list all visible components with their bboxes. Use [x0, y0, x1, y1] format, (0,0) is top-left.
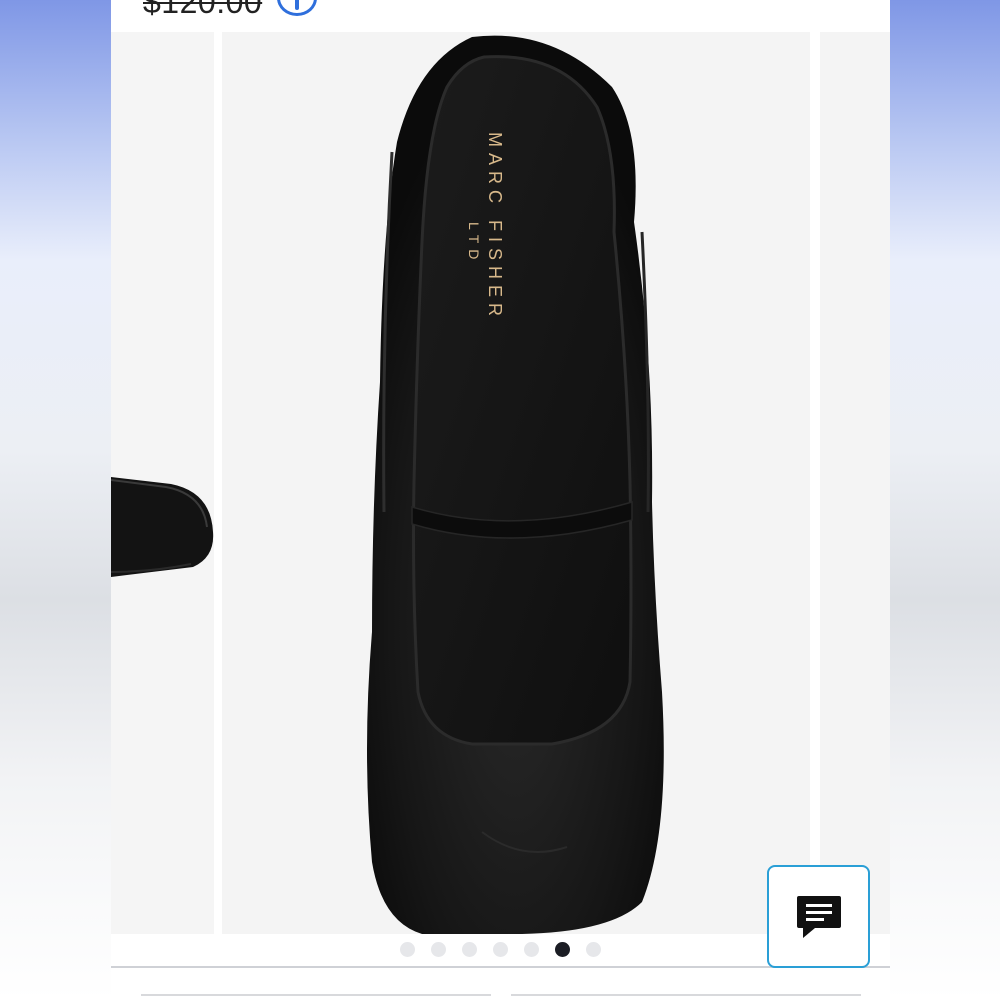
info-icon[interactable]	[277, 0, 317, 16]
brand-suffix: LTD	[466, 222, 482, 266]
product-page: $120.00 MARC FISHER LTD	[111, 0, 890, 1000]
carousel-dot[interactable]	[524, 941, 539, 957]
carousel-slide-current[interactable]: MARC FISHER LTD	[222, 32, 810, 934]
price-row: $120.00	[111, 0, 890, 32]
bottom-content-hint	[111, 994, 890, 1000]
original-price: $120.00	[143, 0, 263, 20]
carousel-dot[interactable]	[586, 941, 601, 957]
carousel-dot[interactable]	[400, 941, 415, 957]
carousel-dot-active[interactable]	[555, 941, 570, 957]
brand-name: MARC FISHER	[485, 132, 505, 323]
hint-bar	[141, 994, 491, 996]
carousel-dot[interactable]	[431, 941, 446, 957]
chat-icon	[796, 895, 841, 938]
image-carousel[interactable]: MARC FISHER LTD	[111, 32, 890, 934]
carousel-dot[interactable]	[462, 941, 477, 957]
brand-logo: MARC FISHER LTD	[466, 132, 540, 432]
carousel-slide-previous[interactable]	[111, 32, 214, 934]
chat-button[interactable]	[767, 865, 870, 968]
shoe-side-image	[111, 477, 214, 577]
carousel-dot[interactable]	[493, 941, 508, 957]
hint-bar	[511, 994, 861, 996]
carousel-slide-next[interactable]	[820, 32, 890, 934]
